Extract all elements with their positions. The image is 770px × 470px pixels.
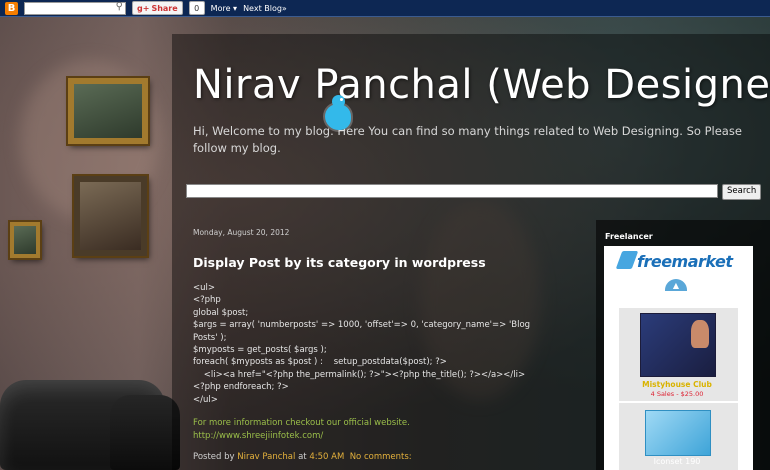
ad-2-title[interactable]: Iconset 190 — [640, 457, 714, 466]
post-title[interactable]: Display Post by its category in wordpres… — [193, 255, 486, 270]
picture-frame — [10, 222, 40, 258]
freemarket-logo[interactable]: freemarket — [637, 252, 733, 271]
post-more-info: For more information checkout our offici… — [193, 418, 410, 428]
google-plus-icon: g+ — [137, 3, 150, 13]
magnifier-icon[interactable]: ⚲ — [116, 1, 123, 12]
navbar-search-input[interactable]: ⚲ — [24, 1, 126, 15]
author-link[interactable]: Nirav Panchal — [237, 452, 295, 462]
ad-1-title[interactable]: Mistyhouse Club — [640, 380, 714, 389]
search-button[interactable]: Search — [722, 184, 762, 200]
post-url-link[interactable]: http://www.shreejiinfotek.com/ — [193, 431, 323, 441]
post-code-body: <ul> <?php global $post; $args = array( … — [193, 283, 531, 405]
ad-1-artwork[interactable] — [640, 313, 716, 377]
share-button[interactable]: g+ Share — [132, 1, 183, 15]
more-menu-button[interactable]: More ▾ — [211, 4, 237, 13]
ad-1-price: 4 Sales - $25.00 — [650, 390, 704, 398]
post-time-link[interactable]: 4:50 AM — [309, 452, 344, 462]
share-label: Share — [151, 3, 178, 13]
post-date: Monday, August 20, 2012 — [193, 228, 290, 237]
blog-description: Hi, Welcome to my blog. Here You can fin… — [193, 124, 742, 155]
puzzle-icon[interactable] — [645, 410, 711, 456]
at-label: at — [298, 452, 307, 462]
picture-frame — [74, 176, 147, 256]
twitter-bird-icon[interactable] — [325, 95, 351, 130]
blogger-logo-icon[interactable]: B — [5, 1, 18, 15]
sidebar-heading: Freelancer — [605, 232, 653, 241]
comments-link[interactable]: No comments: — [350, 452, 412, 462]
posted-by-label: Posted by — [193, 452, 235, 462]
blog-title[interactable]: Nirav Panchal (Web Designer) — [193, 62, 770, 108]
post-footer: Posted by Nirav Panchal at 4:50 AM No co… — [193, 452, 412, 462]
blogger-navbar: B ⚲ g+ Share 0 More ▾ Next Blog» — [0, 0, 770, 17]
sofa-arm — [110, 395, 180, 470]
share-count: 0 — [188, 1, 205, 15]
blog-search-input[interactable] — [186, 184, 718, 198]
picture-frame — [68, 78, 148, 144]
next-blog-link[interactable]: Next Blog» — [243, 4, 287, 13]
